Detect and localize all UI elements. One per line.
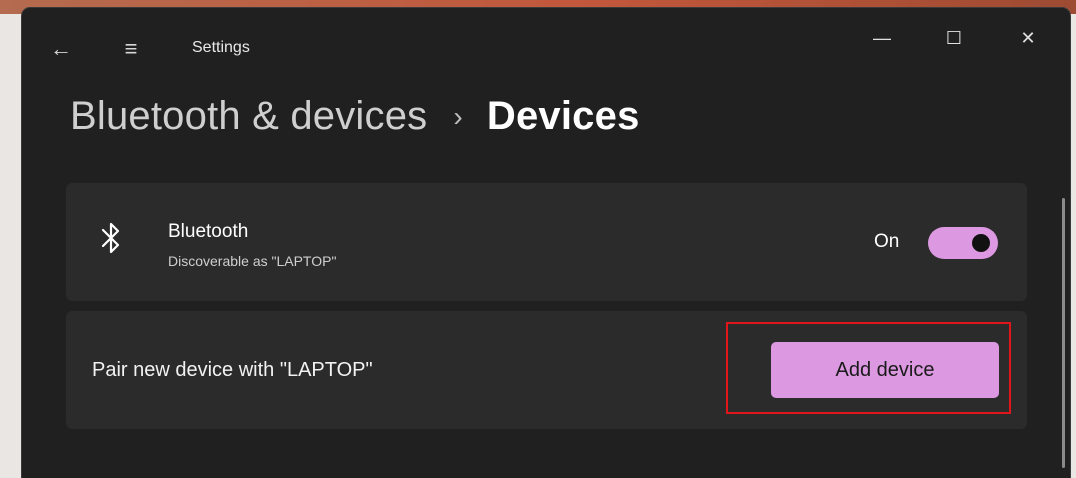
bluetooth-icon [101,222,120,254]
close-button[interactable]: ✕ [1008,20,1048,56]
chevron-right-icon: › [453,100,463,132]
toggle-knob [972,234,990,252]
bluetooth-subtitle: Discoverable as "LAPTOP" [168,253,337,269]
settings-window: ← ≡ Settings — ☐ ✕ Bluetooth & devices ›… [22,8,1070,478]
pair-device-text: Pair new device with "LAPTOP" [92,359,373,381]
page-title: Devices [486,94,640,138]
maximize-button[interactable]: ☐ [934,20,974,56]
bluetooth-toggle[interactable] [928,227,998,259]
bluetooth-title: Bluetooth [168,221,249,242]
app-title: Settings [192,39,250,56]
minimize-button[interactable]: — [862,20,902,56]
bluetooth-card: Bluetooth Discoverable as "LAPTOP" On [66,183,1027,301]
add-device-button[interactable]: Add device [771,342,999,398]
toggle-state-label: On [874,231,900,252]
title-bar: ← ≡ Settings — ☐ ✕ [22,8,1070,88]
breadcrumb-parent-link[interactable]: Bluetooth & devices [70,94,427,139]
breadcrumb: Bluetooth & devices › Devices [70,94,640,139]
scrollbar[interactable] [1062,198,1065,468]
hamburger-menu-icon[interactable]: ≡ [118,36,144,62]
back-arrow-icon[interactable]: ← [48,36,74,62]
pair-device-card: Pair new device with "LAPTOP" Add device [66,311,1027,429]
